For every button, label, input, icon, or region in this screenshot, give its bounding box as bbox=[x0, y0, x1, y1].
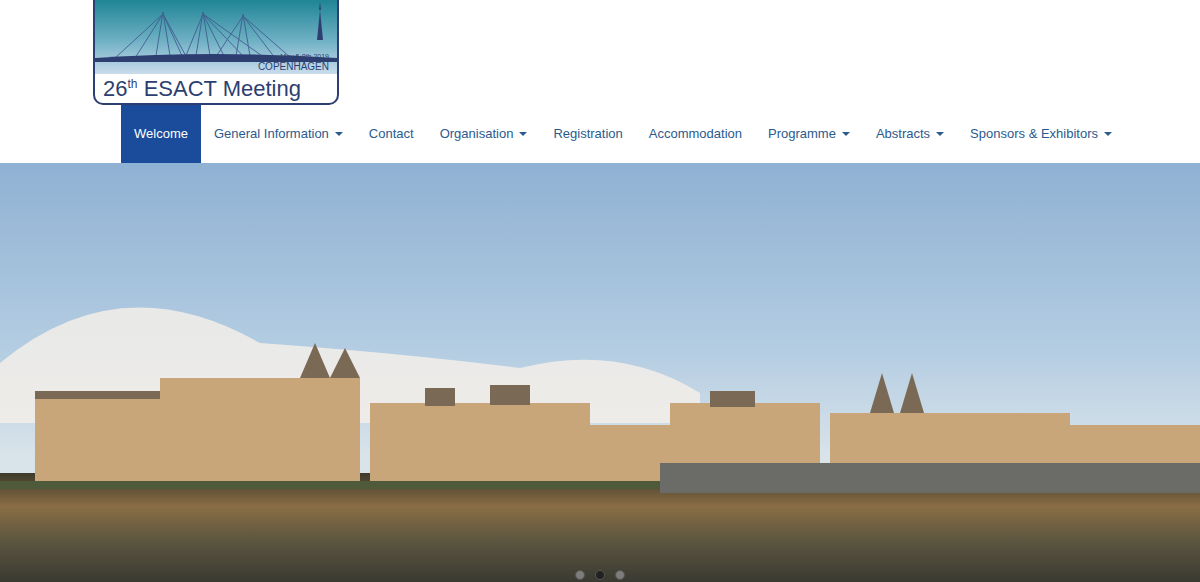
logo-city: COPENHAGEN bbox=[258, 62, 329, 72]
nav-label: Welcome bbox=[134, 124, 188, 144]
logo-title: 26th ESACT Meeting bbox=[95, 74, 337, 103]
nav-item[interactable]: Accommodation bbox=[636, 105, 755, 163]
nav-item[interactable]: Abstracts bbox=[863, 105, 957, 163]
logo-date: May 5-8th 2019 bbox=[280, 53, 329, 60]
logo-text: ESACT Meeting bbox=[144, 76, 301, 101]
logo-area: May 5-8th 2019 COPENHAGEN 26th ESACT Mee… bbox=[0, 0, 1200, 105]
nav-item[interactable]: Contact bbox=[356, 105, 427, 163]
nav-item[interactable]: Programme bbox=[755, 105, 863, 163]
hero-carousel bbox=[0, 163, 1200, 582]
logo-banner: May 5-8th 2019 COPENHAGEN bbox=[95, 0, 337, 74]
nav-item[interactable]: Registration bbox=[540, 105, 635, 163]
carousel-dot[interactable] bbox=[595, 570, 605, 580]
carousel-dot[interactable] bbox=[615, 570, 625, 580]
logo-ordinal: th bbox=[127, 77, 137, 91]
nav-label: Accommodation bbox=[649, 124, 742, 144]
nav-item[interactable]: Welcome bbox=[121, 105, 201, 163]
carousel-indicators bbox=[0, 570, 1200, 580]
nav-label: Sponsors & Exhibitors bbox=[970, 124, 1098, 144]
nav-label: Programme bbox=[768, 124, 836, 144]
nav-item[interactable]: General Information bbox=[201, 105, 356, 163]
nav-label: Abstracts bbox=[876, 124, 930, 144]
site-header: May 5-8th 2019 COPENHAGEN 26th ESACT Mee… bbox=[0, 0, 1200, 163]
nav-item[interactable]: Sponsors & Exhibitors bbox=[957, 105, 1125, 163]
nav-label: Registration bbox=[553, 124, 622, 144]
nav-item[interactable]: Organisation bbox=[427, 105, 541, 163]
main-nav: Welcome General Information Contact Organis… bbox=[0, 105, 1200, 163]
nav-label: Organisation bbox=[440, 124, 514, 144]
city-photo bbox=[0, 163, 1200, 582]
carousel-dot[interactable] bbox=[575, 570, 585, 580]
logo-number: 26 bbox=[103, 76, 127, 101]
nav-label: Contact bbox=[369, 124, 414, 144]
nav-label: General Information bbox=[214, 124, 329, 144]
logo[interactable]: May 5-8th 2019 COPENHAGEN 26th ESACT Mee… bbox=[93, 0, 339, 105]
